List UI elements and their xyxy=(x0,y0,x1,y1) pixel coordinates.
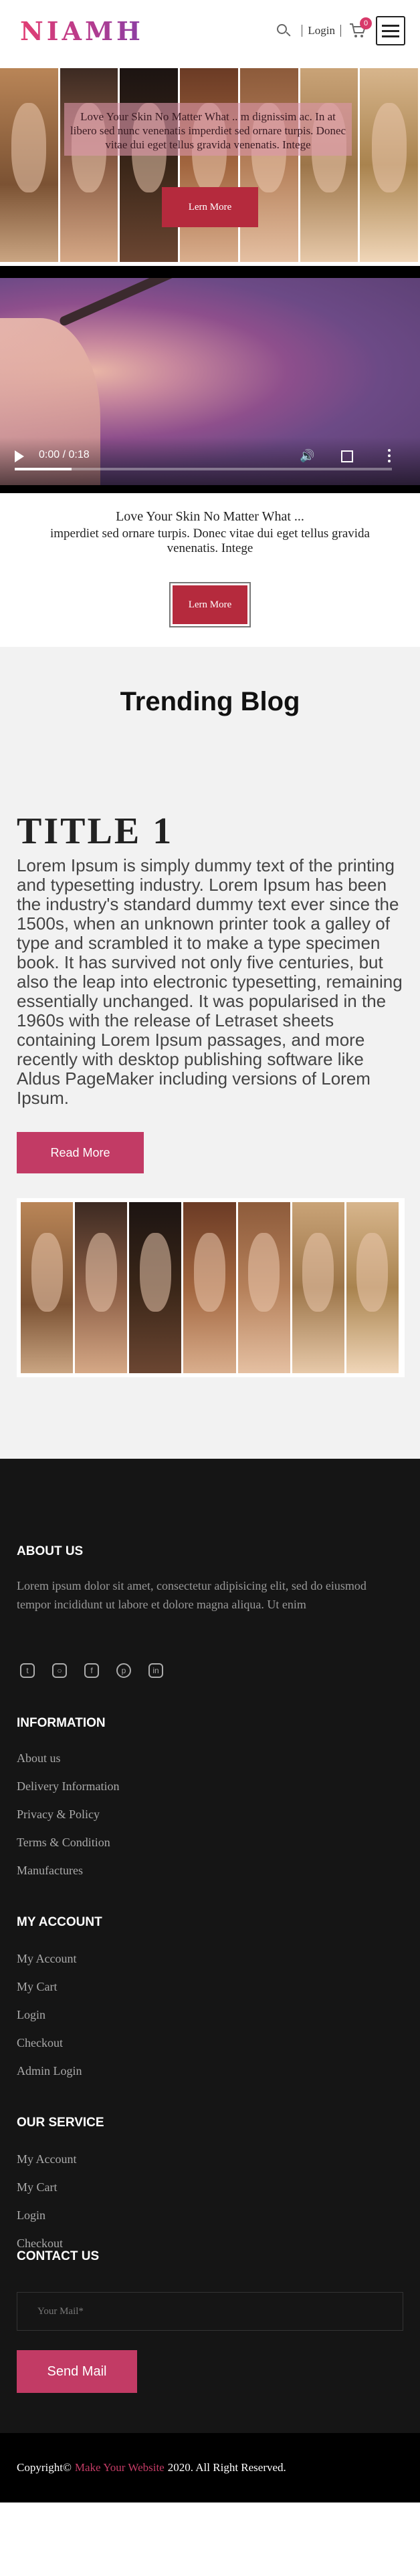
footer-link-admin-login[interactable]: Admin Login xyxy=(17,2064,82,2078)
about-text: Lorem ipsum dolor sit amet, consectetur … xyxy=(17,1579,366,1611)
footer-link-my-account[interactable]: My Account xyxy=(17,1952,77,1966)
model-photo-strip xyxy=(237,1202,292,1373)
pinterest-icon[interactable]: p xyxy=(116,1663,131,1678)
video-progress-fill xyxy=(15,468,72,470)
model-photo-strip xyxy=(60,68,120,262)
section-title: Trending Blog xyxy=(120,687,300,716)
hero-learn-more-button[interactable]: Lern More xyxy=(162,187,258,227)
trending-blog-section: Trending Blog TITLE 1 Lorem Ipsum is sim… xyxy=(0,647,420,1459)
model-photo-strip xyxy=(129,1202,184,1373)
my-account-heading: MY ACCOUNT xyxy=(17,1915,102,1929)
model-photo-strip xyxy=(360,68,420,262)
cart-icon[interactable]: 0 xyxy=(349,17,372,39)
model-photo-strip xyxy=(180,68,240,262)
hero-text-box: Love Your Skin No Matter What .. m digni… xyxy=(64,103,352,156)
hamburger-line xyxy=(382,29,399,32)
promo-learn-more-button[interactable]: Lern More xyxy=(173,585,247,624)
our-service-heading: OUR SERVICE xyxy=(17,2116,104,2130)
fullscreen-icon[interactable] xyxy=(341,450,353,462)
model-photo-strip xyxy=(183,1202,238,1373)
footer-link-about-us[interactable]: About us xyxy=(17,1751,61,1765)
copyright-bar: Copyright© Make Your Website 2020. All R… xyxy=(0,2433,420,2502)
login-link[interactable]: Login xyxy=(308,24,335,37)
search-icon[interactable] xyxy=(276,23,291,38)
volume-icon[interactable]: 🔊 xyxy=(300,450,314,463)
cart-count-badge: 0 xyxy=(360,17,372,29)
facebook-icon[interactable]: f xyxy=(84,1663,99,1678)
model-photo-strip xyxy=(292,1202,346,1373)
footer-link-login[interactable]: Login xyxy=(17,2008,45,2022)
copyright-suffix: 2020. All Right Reserved. xyxy=(167,2461,286,2474)
video-section: 0:00 / 0:18 🔊 xyxy=(0,266,420,493)
footer-link-checkout[interactable]: Checkout xyxy=(17,2036,63,2050)
footer-link-privacy-policy[interactable]: Privacy & Policy xyxy=(17,1808,100,1822)
video-progress-bar[interactable] xyxy=(15,468,392,470)
model-photo-strip xyxy=(120,68,181,262)
about-heading: ABOUT US xyxy=(17,1544,84,1558)
blog-post-image[interactable] xyxy=(17,1198,405,1377)
footer-link-delivery-information[interactable]: Delivery Information xyxy=(17,1779,119,1794)
email-field[interactable] xyxy=(17,2292,403,2331)
footer-link-service-login[interactable]: Login xyxy=(17,2208,45,2223)
blog-post-title: TITLE 1 xyxy=(17,811,174,852)
model-photo-strip xyxy=(239,68,300,262)
information-heading: INFORMATION xyxy=(17,1716,106,1730)
footer-link-terms-condition[interactable]: Terms & Condition xyxy=(17,1836,110,1850)
footer-link-service-my-account[interactable]: My Account xyxy=(17,2152,77,2166)
hero-banner: Love Your Skin No Matter What .. m digni… xyxy=(0,68,420,262)
linkedin-icon[interactable]: in xyxy=(148,1663,163,1678)
site-footer: ABOUT US Lorem ipsum dolor sit amet, con… xyxy=(0,1459,420,2502)
send-mail-button[interactable]: Send Mail xyxy=(17,2350,137,2393)
promo-text: imperdiet sed ornare turpis. Donec vitae… xyxy=(49,527,370,555)
model-photo-strip xyxy=(75,1202,130,1373)
promo-section: Love Your Skin No Matter What ... imperd… xyxy=(0,493,420,647)
video-player[interactable]: 0:00 / 0:18 🔊 xyxy=(0,278,420,485)
read-more-button[interactable]: Read More xyxy=(17,1132,144,1173)
blog-post-body: Lorem Ipsum is simply dummy text of the … xyxy=(17,855,403,1108)
footer-link-service-my-cart[interactable]: My Cart xyxy=(17,2180,58,2194)
video-time: 0:00 / 0:18 xyxy=(39,449,90,460)
copyright-website-link[interactable]: Make Your Website xyxy=(75,2461,165,2474)
model-photo-strip xyxy=(21,1202,76,1373)
social-links: t ○ f p in xyxy=(20,1663,163,1678)
instagram-icon[interactable]: ○ xyxy=(52,1663,67,1678)
header-actions: Login 0 xyxy=(276,16,405,45)
model-photo-strip xyxy=(346,1202,401,1373)
twitter-icon[interactable]: t xyxy=(20,1663,35,1678)
divider xyxy=(340,25,341,37)
video-frame-brush xyxy=(58,278,197,327)
model-photo-strip xyxy=(0,68,60,262)
hamburger-menu-button[interactable] xyxy=(376,16,405,45)
video-controls: 0:00 / 0:18 🔊 xyxy=(0,437,420,485)
promo-heading: Love Your Skin No Matter What ... xyxy=(116,509,304,524)
play-icon[interactable] xyxy=(15,450,24,462)
copyright-prefix: Copyright© xyxy=(17,2461,72,2474)
hero-text: Love Your Skin No Matter What .. m digni… xyxy=(70,110,346,151)
site-logo[interactable]: NIAMH xyxy=(20,16,144,46)
contact-heading: CONTACT US xyxy=(17,2249,100,2263)
model-photo-strip xyxy=(300,68,360,262)
footer-link-manufactures[interactable]: Manufactures xyxy=(17,1864,83,1878)
hamburger-line xyxy=(382,35,399,37)
footer-link-service-checkout[interactable]: Checkout xyxy=(17,2237,63,2251)
more-options-icon[interactable] xyxy=(388,449,391,462)
site-header: NIAMH Login 0 xyxy=(0,0,420,64)
footer-link-my-cart[interactable]: My Cart xyxy=(17,1980,58,1994)
hamburger-line xyxy=(382,24,399,27)
